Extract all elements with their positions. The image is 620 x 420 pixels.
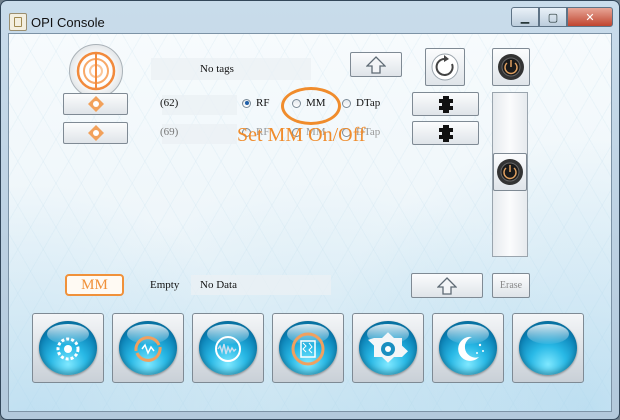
orb <box>119 321 177 375</box>
toolbar-button-scan[interactable] <box>112 313 184 383</box>
row1-radio-dtap[interactable]: DTap <box>342 97 380 109</box>
mode-badge: MM <box>65 274 124 296</box>
data-matrix-icon <box>291 332 325 366</box>
annotation-text: Set MM On/Off <box>237 124 366 146</box>
radio-dot <box>342 98 351 108</box>
refresh-button[interactable] <box>425 48 465 86</box>
radio-label: RF <box>256 97 270 109</box>
toolbar-button-matrix[interactable] <box>272 313 344 383</box>
bug-icon <box>438 96 453 113</box>
app-icon <box>9 13 27 31</box>
orb <box>39 321 97 375</box>
radio-label: DTap <box>356 97 381 109</box>
refresh-icon <box>431 53 459 81</box>
logo <box>69 44 123 98</box>
orb <box>439 321 497 375</box>
row2-count: (69) <box>160 126 179 138</box>
orange-diamond-icon <box>87 96 104 112</box>
toolbar-button-signal[interactable] <box>192 313 264 383</box>
bug-icon <box>438 125 453 142</box>
close-button[interactable]: ✕ <box>567 7 613 27</box>
console-panel: No tags (62) RF MM DTap (69) RF MM DTap … <box>8 33 612 412</box>
gear-icon <box>56 337 80 361</box>
row2-tool-button[interactable] <box>412 121 479 145</box>
window-title: OPI Console <box>31 15 105 30</box>
title-bar[interactable]: OPI Console ▁ ▢ ✕ <box>1 1 619 33</box>
row2-action-button[interactable] <box>63 122 128 144</box>
toolbar-button-settings[interactable] <box>32 313 104 383</box>
power-button-slider[interactable] <box>493 153 527 191</box>
maximize-button[interactable]: ▢ <box>539 7 567 27</box>
toolbar-button-target[interactable] <box>352 313 424 383</box>
orb <box>359 321 417 375</box>
moon-icon <box>458 336 484 361</box>
tag-text: No tags <box>200 63 234 75</box>
minimize-icon: ▁ <box>520 10 530 24</box>
orb <box>279 321 337 375</box>
erase-button[interactable]: Erase <box>492 273 530 298</box>
toolbar-button-blank[interactable] <box>512 313 584 383</box>
maximize-icon: ▢ <box>547 10 559 24</box>
app-window: OPI Console ▁ ▢ ✕ No tags (62) RF MM DTa… <box>0 0 620 420</box>
power-icon <box>497 159 523 185</box>
up-arrow-icon <box>366 55 386 74</box>
toolbar-button-sleep[interactable] <box>432 313 504 383</box>
mm-highlight-ring <box>281 87 341 125</box>
refresh-wave-icon <box>134 336 162 362</box>
upload-data-button[interactable] <box>411 273 483 298</box>
target-icon <box>368 332 408 363</box>
caption-buttons: ▁ ▢ ✕ <box>511 7 613 27</box>
row1-radio-rf[interactable]: RF <box>242 97 269 109</box>
logo-rings-icon <box>76 51 116 91</box>
orange-diamond-icon <box>87 125 104 141</box>
waveform-icon <box>215 336 241 362</box>
close-icon: ✕ <box>585 10 595 24</box>
row1-count: (62) <box>160 97 179 109</box>
orb <box>519 321 577 375</box>
row1-action-button[interactable] <box>63 93 128 115</box>
row1-tool-button[interactable] <box>412 92 479 116</box>
status-value: No Data <box>200 279 237 291</box>
up-arrow-icon <box>437 276 457 295</box>
minimize-button[interactable]: ▁ <box>511 7 539 27</box>
power-icon <box>498 54 524 80</box>
power-button-top[interactable] <box>492 48 530 86</box>
orb <box>199 321 257 375</box>
blank-icon <box>519 321 577 375</box>
status-label: Empty <box>150 279 180 291</box>
upload-tags-button[interactable] <box>350 52 402 77</box>
radio-dot <box>242 98 251 108</box>
vertical-slider-track[interactable] <box>492 92 528 257</box>
